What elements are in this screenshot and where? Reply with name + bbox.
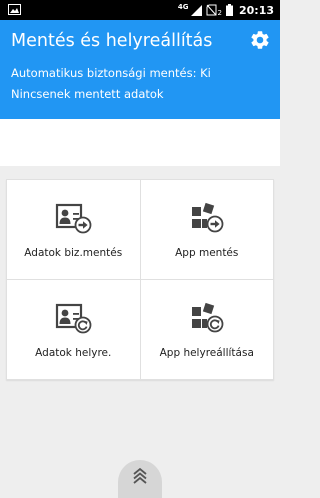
app-backup-button[interactable]: App mentés (140, 180, 273, 279)
tile-label: Adatok helyre. (35, 347, 112, 359)
header: Mentés és helyreállítás Automatikus bizt… (0, 20, 280, 119)
battery-icon (225, 4, 233, 16)
no-sim-icon (206, 4, 217, 16)
contact-restore-icon (56, 303, 92, 334)
tile-label: App mentés (175, 247, 239, 259)
tile-label: App helyreállítása (159, 347, 254, 359)
app-restore-button[interactable]: App helyreállítása (140, 280, 273, 379)
clock: 20:13 (238, 3, 274, 17)
tile-label: Adatok biz.mentés (24, 247, 123, 259)
image-icon (8, 4, 21, 15)
data-restore-button[interactable]: Adatok helyre. (7, 280, 140, 379)
contact-backup-icon (56, 203, 92, 234)
spacer (0, 119, 280, 166)
app-backup-icon (191, 202, 224, 233)
app-restore-icon (191, 302, 224, 333)
chevron-up-double-icon (133, 467, 147, 484)
expand-handle[interactable] (118, 460, 162, 498)
action-grid: Adatok biz.mentés App mentés Adatok hely… (6, 179, 274, 380)
page-title: Mentés és helyreállítás (11, 31, 213, 51)
gear-icon[interactable] (249, 29, 271, 51)
signal-icon (190, 4, 202, 16)
data-backup-button[interactable]: Adatok biz.mentés (7, 180, 140, 279)
status-bar: 4G 2 20:13 (0, 0, 280, 20)
sim-slot: 2 (217, 9, 222, 17)
network-type: 4G (177, 3, 189, 11)
backup-data-status: Nincsenek mentett adatok (11, 87, 164, 101)
auto-backup-status: Automatikus biztonsági mentés: Ki (11, 66, 211, 80)
